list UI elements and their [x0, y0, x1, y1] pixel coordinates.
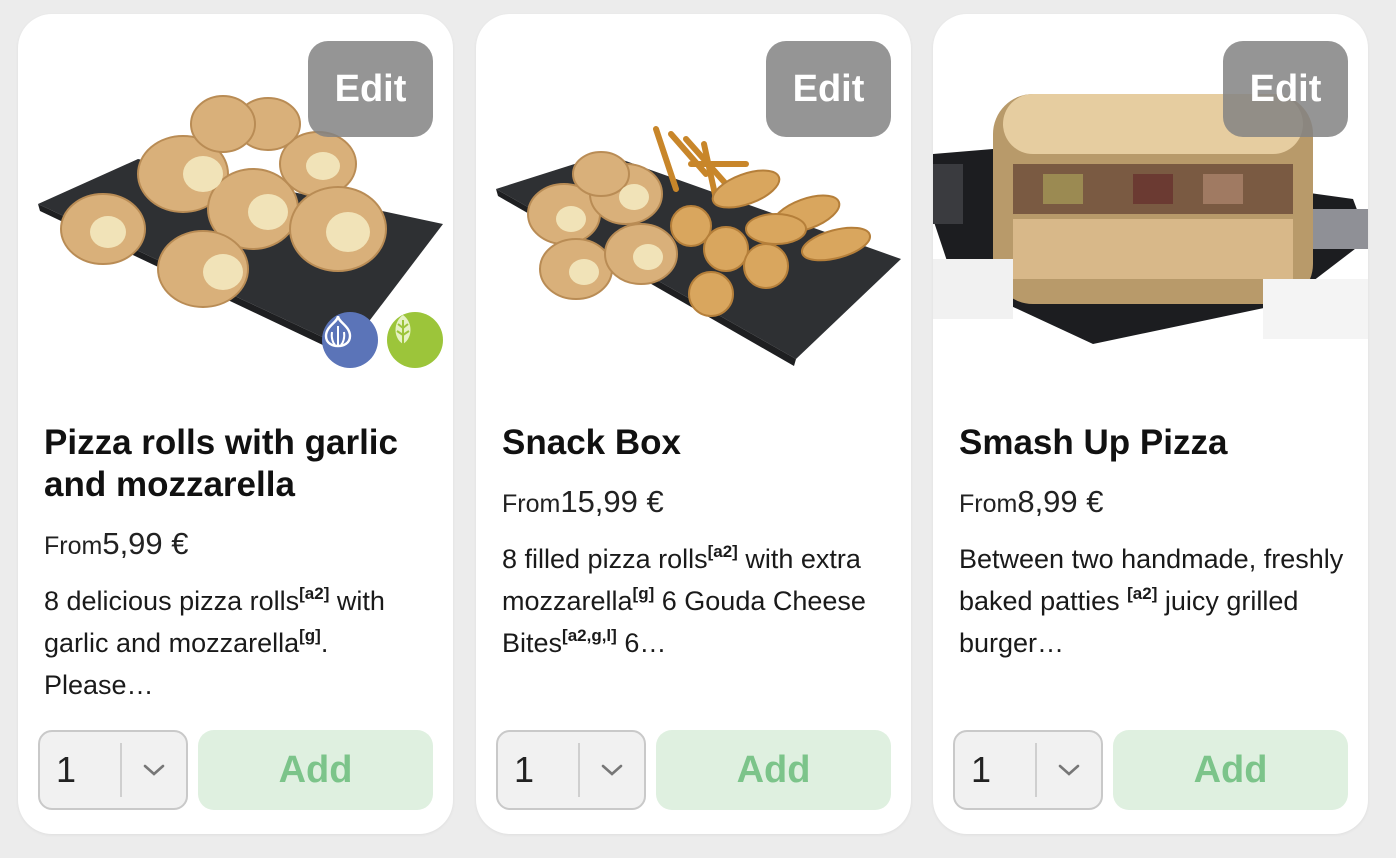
vegetarian-leaf-icon	[387, 312, 443, 368]
product-description: Between two handmade, freshly baked patt…	[959, 544, 1344, 658]
quantity-select[interactable]: 1	[496, 730, 646, 810]
product-grid: Edit Pizza rolls with garlic and mozzare…	[0, 0, 1396, 858]
product-card[interactable]: Edit Snack Box From 15,99 € 8 filled pizz…	[476, 14, 911, 834]
product-image: Edit	[18, 14, 453, 404]
product-description: 8 filled pizza rolls[a2] with extra mozz…	[502, 542, 866, 658]
product-price: From 15,99 €	[502, 484, 664, 520]
chevron-down-icon[interactable]	[1037, 763, 1101, 777]
price-value: 5,99 €	[102, 526, 189, 561]
add-button[interactable]: Add	[1113, 730, 1348, 810]
price-value: 15,99 €	[560, 484, 664, 519]
garlic-icon	[322, 312, 378, 368]
product-price: From 5,99 €	[44, 526, 189, 562]
price-prefix: From	[502, 490, 561, 518]
product-description: 8 delicious pizza rolls[a2] with garlic …	[44, 584, 385, 700]
quantity-select[interactable]: 1	[953, 730, 1103, 810]
edit-button[interactable]: Edit	[1223, 41, 1348, 137]
chevron-down-icon[interactable]	[122, 763, 186, 777]
product-card[interactable]: Edit Pizza rolls with garlic and mozzare…	[18, 14, 453, 834]
product-price: From 8,99 €	[959, 484, 1104, 520]
product-image: Edit	[476, 14, 911, 404]
quantity-value: 1	[971, 749, 992, 790]
price-value: 8,99 €	[1017, 484, 1104, 519]
add-button[interactable]: Add	[656, 730, 891, 810]
quantity-value: 1	[514, 749, 535, 790]
product-title: Smash Up Pizza	[959, 423, 1228, 462]
add-button[interactable]: Add	[198, 730, 433, 810]
edit-button[interactable]: Edit	[308, 41, 433, 137]
quantity-select[interactable]: 1	[38, 730, 188, 810]
chevron-down-icon[interactable]	[580, 763, 644, 777]
quantity-value: 1	[56, 749, 77, 790]
product-image: Edit	[933, 14, 1368, 404]
product-card[interactable]: Edit Smash Up Pizza From 8,99 € Between t…	[933, 14, 1368, 834]
product-title: Pizza rolls with garlic and mozzarella	[44, 423, 398, 504]
edit-button[interactable]: Edit	[766, 41, 891, 137]
price-prefix: From	[44, 532, 103, 560]
product-title: Snack Box	[502, 423, 681, 462]
price-prefix: From	[959, 490, 1018, 518]
